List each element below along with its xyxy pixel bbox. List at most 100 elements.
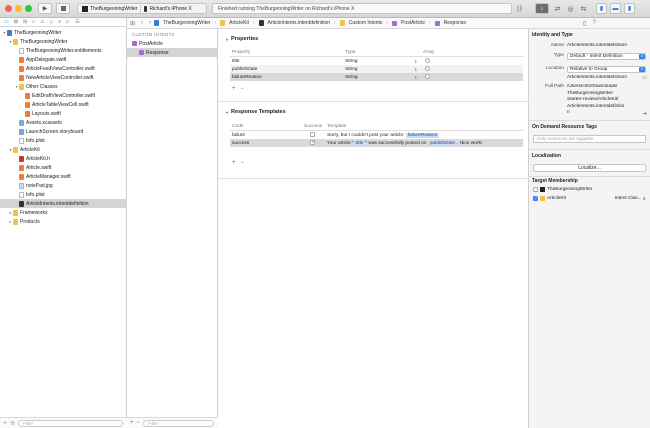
response-row[interactable]: success Your article "title" was successf… [230, 139, 523, 147]
add-icon[interactable]: + [3, 420, 7, 427]
navigator-item[interactable]: Assets.xcassets [0, 118, 127, 127]
target-checkbox[interactable] [533, 186, 538, 192]
search-icon[interactable]: ⌕ [32, 19, 35, 25]
navigator-item[interactable]: TheBurgeoningWriter.entitlements [0, 46, 127, 55]
navigator-item[interactable]: ArticleTableViewCell.swift [0, 100, 127, 109]
navigator-item[interactable]: EditDraftViewController.swift [0, 91, 127, 100]
array-checkbox[interactable] [425, 74, 430, 81]
array-checkbox[interactable] [425, 66, 430, 73]
minimize-window-button[interactable] [15, 5, 22, 12]
add-property-icon[interactable]: + [232, 86, 236, 92]
intent-item-response[interactable]: Response [127, 48, 217, 57]
stop-button[interactable] [56, 3, 70, 14]
property-type[interactable]: String [345, 67, 358, 72]
navigator-toggle-button[interactable]: ▮ [596, 3, 607, 14]
odr-tags-field[interactable]: Only resources are taggable [533, 135, 646, 143]
navigator-item[interactable]: ArticleKit.h [0, 154, 127, 163]
parameter-token[interactable]: publishDate [427, 140, 458, 146]
zoom-window-button[interactable] [25, 5, 32, 12]
back-icon[interactable]: ‹ [141, 20, 143, 26]
navigator-item[interactable]: Info.plist [0, 136, 127, 145]
navigator-item[interactable]: Layouts.swift [0, 109, 127, 118]
parameter-token[interactable]: title [353, 140, 366, 146]
test-icon[interactable]: ◇ [49, 19, 53, 25]
parameter-token[interactable]: failureReason [405, 132, 440, 138]
navigator-item[interactable]: ArticleIntents.intentdefinition [0, 199, 127, 208]
navigator-item[interactable]: ArticleManager.swift [0, 172, 127, 181]
response-code[interactable]: failure [232, 133, 245, 138]
type-popup[interactable]: Default - Intent Definition ⇕ [567, 53, 646, 60]
response-code[interactable]: success [232, 141, 249, 146]
forward-icon[interactable]: › [149, 20, 151, 26]
response-template[interactable]: Sorry, but I couldn't post your article:… [327, 132, 440, 138]
disclosure-down-icon[interactable]: ▾ [226, 110, 228, 115]
navigator-item[interactable]: ▸ Products [0, 217, 127, 226]
assistant-editor-icon[interactable]: ◎ [565, 3, 576, 14]
scheme-selector[interactable]: TheBurgeoningWriter Richard's iPhone X [77, 3, 207, 14]
disclosure-down-icon[interactable]: ▾ [226, 37, 228, 42]
report-icon[interactable]: ☰ [75, 19, 79, 25]
library-icon[interactable]: ⟮⟯ [514, 3, 525, 14]
debug-area-toggle-button[interactable]: ▬ [610, 3, 621, 14]
success-checkbox[interactable] [310, 132, 315, 139]
file-inspector-icon[interactable]: ▯ [583, 20, 586, 27]
response-templates-section-title[interactable]: ▾ Response Templates [226, 109, 286, 115]
navigator-item[interactable]: ▾ ArticleKit [0, 145, 127, 154]
success-checkbox[interactable] [310, 140, 315, 147]
breadcrumb-item[interactable]: Custom Intents [349, 20, 383, 26]
name-value[interactable]: ArticleIntents.intentdefinition [567, 43, 650, 48]
properties-section-title[interactable]: ▾ Properties [226, 36, 258, 42]
run-button[interactable]: ▶ [38, 3, 52, 14]
array-checkbox[interactable] [425, 58, 430, 65]
chevron-updown-icon[interactable]: ⇕ [414, 67, 417, 72]
breadcrumb-item[interactable]: Response [444, 20, 467, 26]
response-row[interactable]: failure Sorry, but I couldn't post your a… [230, 131, 523, 139]
breakpoint-icon[interactable]: ▷ [66, 19, 70, 25]
add-response-icon[interactable]: + [232, 160, 236, 166]
folder-icon[interactable]: ▭ [4, 19, 9, 25]
navigator-item[interactable]: Info.plist [0, 190, 127, 199]
property-row[interactable]: failureReason String ⇕ [230, 73, 523, 81]
close-window-button[interactable] [5, 5, 12, 12]
navigator-item[interactable]: AppDelegate.swift [0, 55, 127, 64]
property-type[interactable]: String [345, 59, 358, 64]
folder-icon[interactable]: ▭ [642, 75, 647, 81]
filter-icon[interactable]: ⊜ [10, 420, 15, 427]
source-control-icon[interactable]: ⊠ [14, 19, 18, 25]
inspector-toggle-button[interactable]: ▮ [624, 3, 635, 14]
reveal-arrow-icon[interactable]: ➔ [643, 111, 647, 117]
navigator-item[interactable]: ▸ Frameworks [0, 208, 127, 217]
breadcrumb-item[interactable]: ArticleKit [229, 20, 249, 26]
intent-item-postarticle[interactable]: PostArticle [127, 39, 217, 48]
navigator-item[interactable]: ArticleFeedViewController.swift [0, 64, 127, 73]
navigator-item[interactable]: ▾ TheBurgeoningWriter [0, 37, 127, 46]
navigator-item[interactable]: LaunchScreen.storyboard [0, 127, 127, 136]
breadcrumb-item[interactable]: ArticleIntents.intentdefinition [268, 20, 331, 26]
warning-icon[interactable]: ⚠ [40, 19, 44, 25]
property-type[interactable]: String [345, 75, 358, 80]
navigator-filter-field[interactable]: Filter [18, 419, 123, 427]
remove-icon[interactable]: − [137, 420, 141, 426]
navigator-item[interactable]: ▾ TheBurgeoningWriter [0, 28, 127, 37]
property-name[interactable]: title [232, 59, 239, 64]
add-icon[interactable]: + [130, 420, 134, 426]
symbol-icon[interactable]: ⊞ [23, 19, 27, 25]
property-name[interactable]: failureReason [232, 75, 262, 80]
debug-icon[interactable]: ≡ [58, 19, 61, 25]
localize-button[interactable]: Localize... [533, 164, 646, 172]
chevron-updown-icon[interactable]: ⇕ [414, 75, 417, 80]
code-review-icon[interactable]: ⇄ [552, 3, 563, 14]
navigator-item[interactable]: NewArticleViewController.swift [0, 73, 127, 82]
property-row[interactable]: publishDate String ⇕ [230, 65, 523, 73]
intent-filter-field[interactable]: Filter [143, 419, 214, 427]
quick-help-icon[interactable]: ? [592, 20, 595, 26]
standard-editor-button[interactable]: ≡ [535, 3, 549, 14]
response-template[interactable]: Your article " title " was successfully po… [327, 140, 482, 146]
chevron-updown-icon[interactable]: ⇕ [414, 59, 417, 64]
intent-class-popup[interactable]: Intent Clas... ⇕ [615, 196, 646, 201]
navigator-item[interactable]: notePad.jpg [0, 181, 127, 190]
related-items-icon[interactable]: ⊞ [130, 20, 135, 27]
property-row[interactable]: title String ⇕ [230, 57, 523, 65]
target-checkbox[interactable] [533, 195, 538, 201]
version-editor-icon[interactable]: ⇆ [578, 3, 589, 14]
